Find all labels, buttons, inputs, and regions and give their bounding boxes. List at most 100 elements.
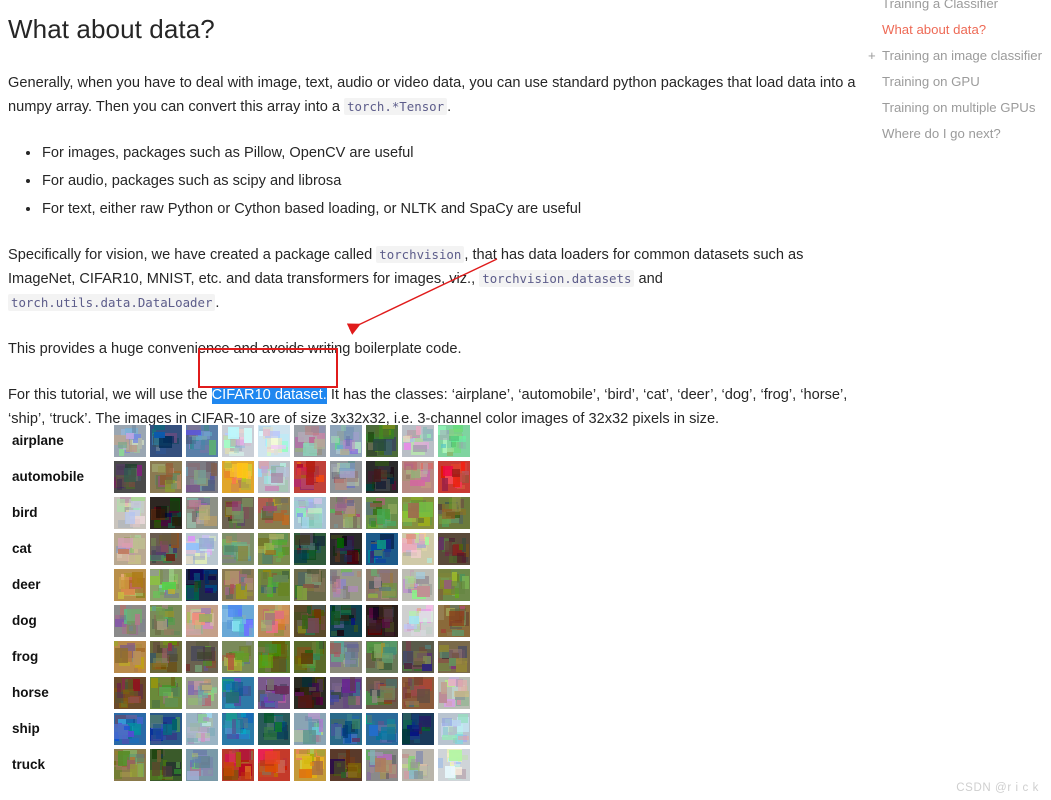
cifar-class-label: automobile [12,469,85,484]
cifar-thumbnail [294,713,326,745]
cifar-thumbnail [330,605,362,637]
page-title: What about data? [8,14,215,44]
cifar-thumbnail [150,569,182,601]
watermark: CSDN @r i c k [956,782,1039,794]
cifar-thumbnail [366,713,398,745]
cifar-thumbnail [402,677,434,709]
cifar-class-label: airplane [12,433,64,448]
cifar-thumbnail [222,569,254,601]
cifar-thumbnail [294,641,326,673]
cifar-thumbnail [114,749,146,781]
selected-text-cifar10-dataset[interactable]: CIFAR10 dataset. [211,386,327,404]
paragraph-tutorial-text-a: For this tutorial, we will use the [8,387,212,403]
cifar-thumbnail [294,425,326,457]
paragraph-intro-text-b: . [447,99,452,115]
cifar-thumbnail [258,605,290,637]
cifar-thumbnail [294,677,326,709]
cifar-thumbnail [150,641,182,673]
cifar-thumbnail [438,497,470,529]
cifar-thumbnail [258,641,290,673]
inline-code-torchvision-datasets: torchvision.datasets [479,270,635,287]
inline-code-torchvision: torchvision [376,246,465,263]
cifar-thumbnail [222,533,254,565]
toc-item-where-do-i-go-next[interactable]: Where do I go next? [860,121,1051,147]
cifar-thumbnail [330,461,362,493]
cifar-thumbnail [366,461,398,493]
cifar-thumbnail [114,461,146,493]
cifar-thumbnail [402,641,434,673]
cifar-thumbnail [330,425,362,457]
cifar-class-row: horse [0,677,500,713]
toc-item-training-on-gpu[interactable]: Training on GPU [860,69,1051,95]
cifar-thumbnail [438,605,470,637]
cifar-thumbnail [186,569,218,601]
inline-code-torch-tensor: torch.*Tensor [344,98,448,115]
cifar-thumbnail [402,713,434,745]
cifar-thumbnail [186,677,218,709]
list-item: For images, packages such as Pillow, Ope… [26,141,858,165]
cifar-thumbnail [222,461,254,493]
cifar-thumbnail [222,713,254,745]
cifar-thumbnail [366,749,398,781]
cifar-thumbnail-strip [114,425,470,457]
cifar-class-label: deer [12,577,41,592]
cifar-thumbnail-strip [114,461,470,493]
cifar-thumbnail-strip [114,749,470,781]
cifar-thumbnail [150,497,182,529]
cifar-thumbnail [438,533,470,565]
expand-toggle-icon[interactable]: + [868,43,876,69]
cifar-class-label: horse [12,685,49,700]
cifar-class-row: bird [0,497,500,533]
cifar-thumbnail [186,425,218,457]
toc-item-label: Training a Classifier [882,0,999,11]
cifar-thumbnail [114,713,146,745]
cifar-thumbnail [186,605,218,637]
cifar-thumbnail [402,425,434,457]
package-bullet-list: For images, packages such as Pillow, Ope… [8,141,858,221]
toc-item-label: Training on GPU [882,74,980,89]
cifar-thumbnail [150,605,182,637]
cifar-thumbnail [114,605,146,637]
cifar-thumbnail [186,749,218,781]
cifar-thumbnail [258,461,290,493]
toc-item-training-on-multiple-gpus[interactable]: Training on multiple GPUs [860,95,1051,121]
toc-item-what-about-data[interactable]: What about data? [860,17,1051,43]
cifar10-sample-grid: airplane automobile bird cat deer dog frog hors… [0,425,500,795]
cifar-thumbnail [222,497,254,529]
cifar-class-label: bird [12,505,38,520]
cifar-thumbnail [222,641,254,673]
cifar-thumbnail [330,497,362,529]
cifar-thumbnail [222,605,254,637]
cifar-thumbnail [330,533,362,565]
toc-item-training-a-classifier[interactable]: Training a Classifier [860,0,1051,17]
cifar-thumbnail [186,713,218,745]
cifar-thumbnail [186,533,218,565]
cifar-thumbnail-strip [114,713,470,745]
cifar-thumbnail [438,641,470,673]
cifar-thumbnail [114,677,146,709]
cifar-thumbnail [150,425,182,457]
cifar-thumbnail [402,533,434,565]
toc-item-training-an-image-classifier[interactable]: + Training an image classifier [860,43,1051,69]
cifar-thumbnail [258,569,290,601]
cifar-thumbnail [330,641,362,673]
cifar-thumbnail [114,425,146,457]
toc-item-label: Training an image classifier [882,48,1043,63]
paragraph-tutorial: For this tutorial, we will use the CIFAR… [8,383,858,431]
cifar-thumbnail [330,569,362,601]
table-of-contents: Training a Classifier What about data? + Tr… [860,0,1051,147]
cifar-thumbnail [114,569,146,601]
cifar-thumbnail [402,461,434,493]
cifar-thumbnail [114,533,146,565]
cifar-class-row: cat [0,533,500,569]
toc-item-label: What about data? [882,22,987,37]
toc-item-label: Where do I go next? [882,126,1001,141]
cifar-thumbnail [438,749,470,781]
cifar-thumbnail [150,461,182,493]
cifar-thumbnail [294,569,326,601]
cifar-class-label: dog [12,613,37,628]
cifar-thumbnail [402,749,434,781]
cifar-thumbnail [222,749,254,781]
paragraph-torchvision-text-a: Specifically for vision, we have created… [8,247,377,263]
list-item: For audio, packages such as scipy and li… [26,169,858,193]
